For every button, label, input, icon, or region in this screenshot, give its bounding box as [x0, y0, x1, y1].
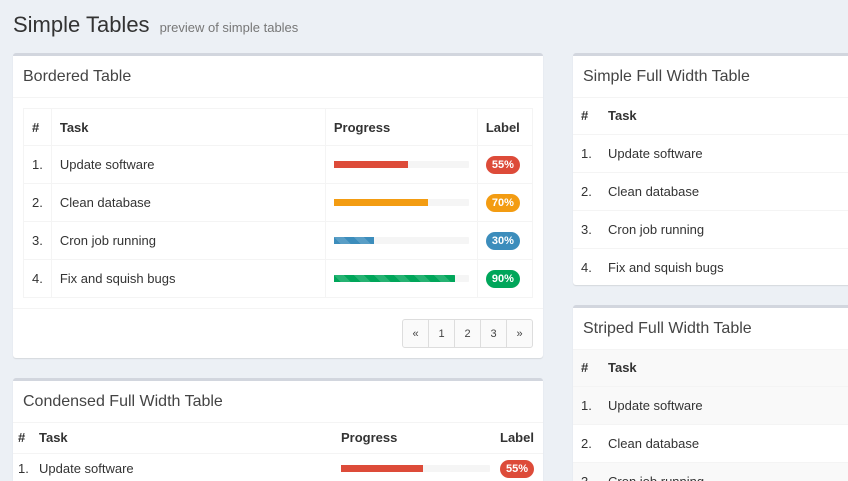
task-name: Cron job running: [50, 221, 326, 260]
table-row: 2. Clean database 70%: [23, 183, 534, 222]
column-header-task: Task: [600, 350, 848, 386]
table-row: 3.Cron job running: [573, 461, 848, 481]
task-name: Update software: [34, 452, 336, 481]
progress-bar: [333, 237, 469, 244]
table-row: 4. Fix and squish bugs: [573, 247, 848, 285]
page-title: Simple Tables: [13, 12, 150, 37]
column-header-task: Task: [50, 108, 326, 146]
row-number: 1.: [573, 385, 600, 424]
progress-badge: 30%: [485, 231, 520, 250]
column-header-num: #: [18, 430, 26, 446]
row-number: 3.: [573, 461, 600, 481]
bordered-table-box: Bordered Table # Task Progress Label 1. …: [13, 53, 543, 358]
pagination-prev[interactable]: «: [402, 319, 429, 348]
progress-badge: 55%: [485, 155, 520, 174]
table-row: 1. Update software: [573, 385, 848, 424]
pagination: « 1 2 3 »: [402, 319, 533, 348]
column-header-label: Label: [500, 430, 534, 446]
pagination-page-3[interactable]: 3: [480, 319, 507, 348]
task-name: Cron job running: [600, 461, 848, 481]
row-number: 1.: [23, 145, 52, 184]
box-title: Simple Full Width Table: [583, 67, 750, 85]
box-title: Bordered Table: [23, 67, 132, 85]
progress-bar: [333, 275, 469, 282]
progress-fill: [333, 199, 429, 206]
column-header-num: #: [581, 108, 589, 124]
table-row: 1. Update software 55%: [23, 145, 534, 184]
task-name: Update software: [600, 133, 848, 172]
column-header-task: Task: [608, 108, 637, 124]
pagination-page-1[interactable]: 1: [428, 319, 455, 348]
box-footer: « 1 2 3 »: [13, 308, 543, 358]
row-number: 2.: [573, 423, 600, 462]
box-header: Bordered Table: [13, 56, 543, 98]
condensed-table: # Task Progress Label 1. Update software…: [13, 423, 543, 481]
row-number: 2.: [573, 171, 600, 210]
progress-badge: 90%: [485, 269, 520, 288]
row-number: 4.: [23, 259, 52, 298]
task-name: Clean database: [600, 171, 848, 210]
column-header-num: #: [23, 108, 52, 146]
task-name: Cron job running: [600, 209, 848, 248]
column-header-task: Task: [39, 430, 68, 446]
task-name: Update software: [50, 145, 326, 184]
simple-table: # Task 1. Update software 2. Clean databas…: [573, 98, 848, 285]
progress-fill: [333, 275, 456, 282]
box-title: Striped Full Width Table: [583, 319, 752, 337]
row-number: 3.: [573, 209, 600, 248]
progress-fill: [333, 237, 375, 244]
striped-table-box: Striped Full Width Table # Task 1. Update…: [573, 305, 848, 481]
box-header: Striped Full Width Table: [573, 308, 848, 350]
box-title: Condensed Full Width Table: [23, 392, 223, 410]
task-name: Fix and squish bugs: [600, 247, 848, 285]
simple-table-box: Simple Full Width Table # Task 1. Update …: [573, 53, 848, 285]
table-row: 2. Clean database: [573, 171, 848, 210]
table-row: 3. Cron job running 30%: [23, 221, 534, 260]
row-number: 1.: [13, 452, 34, 481]
column-header-num: #: [573, 350, 600, 386]
progress-bar: [333, 199, 469, 206]
pagination-next[interactable]: »: [506, 319, 533, 348]
row-number: 4.: [573, 247, 600, 285]
page-header: Simple Tables preview of simple tables: [13, 12, 298, 38]
bordered-table: # Task Progress Label 1. Update software…: [23, 108, 534, 298]
pagination-page-2[interactable]: 2: [454, 319, 481, 348]
row-number: 2.: [23, 183, 52, 222]
progress-badge: 70%: [485, 193, 520, 212]
column-header-progress: Progress: [324, 108, 478, 146]
table-row: 1. Update software 55%: [13, 452, 543, 481]
task-name: Fix and squish bugs: [50, 259, 326, 298]
box-header: Condensed Full Width Table: [13, 381, 543, 423]
row-number: 3.: [23, 221, 52, 260]
progress-fill: [333, 161, 409, 168]
progress-fill: [341, 465, 423, 473]
table-row: 1. Update software: [573, 133, 848, 172]
progress-bar: [333, 161, 469, 168]
task-name: Update software: [600, 385, 848, 424]
condensed-table-box: Condensed Full Width Table # Task Progre…: [13, 378, 543, 481]
table-row: 2. Clean database: [573, 423, 848, 462]
progress-bar: [341, 465, 490, 473]
box-header: Simple Full Width Table: [573, 56, 848, 98]
column-header-label: Label: [476, 108, 534, 146]
task-name: Clean database: [50, 183, 326, 222]
column-header-progress: Progress: [341, 430, 398, 446]
progress-badge: 55%: [500, 459, 535, 478]
striped-table: # Task 1. Update software 2. Clean databas…: [573, 350, 848, 481]
table-row: 3.Cron job running: [573, 209, 848, 248]
task-name: Clean database: [600, 423, 848, 462]
row-number: 1.: [573, 133, 600, 172]
page-subtitle: preview of simple tables: [159, 20, 299, 35]
table-row: 4. Fix and squish bugs 90%: [23, 259, 534, 298]
